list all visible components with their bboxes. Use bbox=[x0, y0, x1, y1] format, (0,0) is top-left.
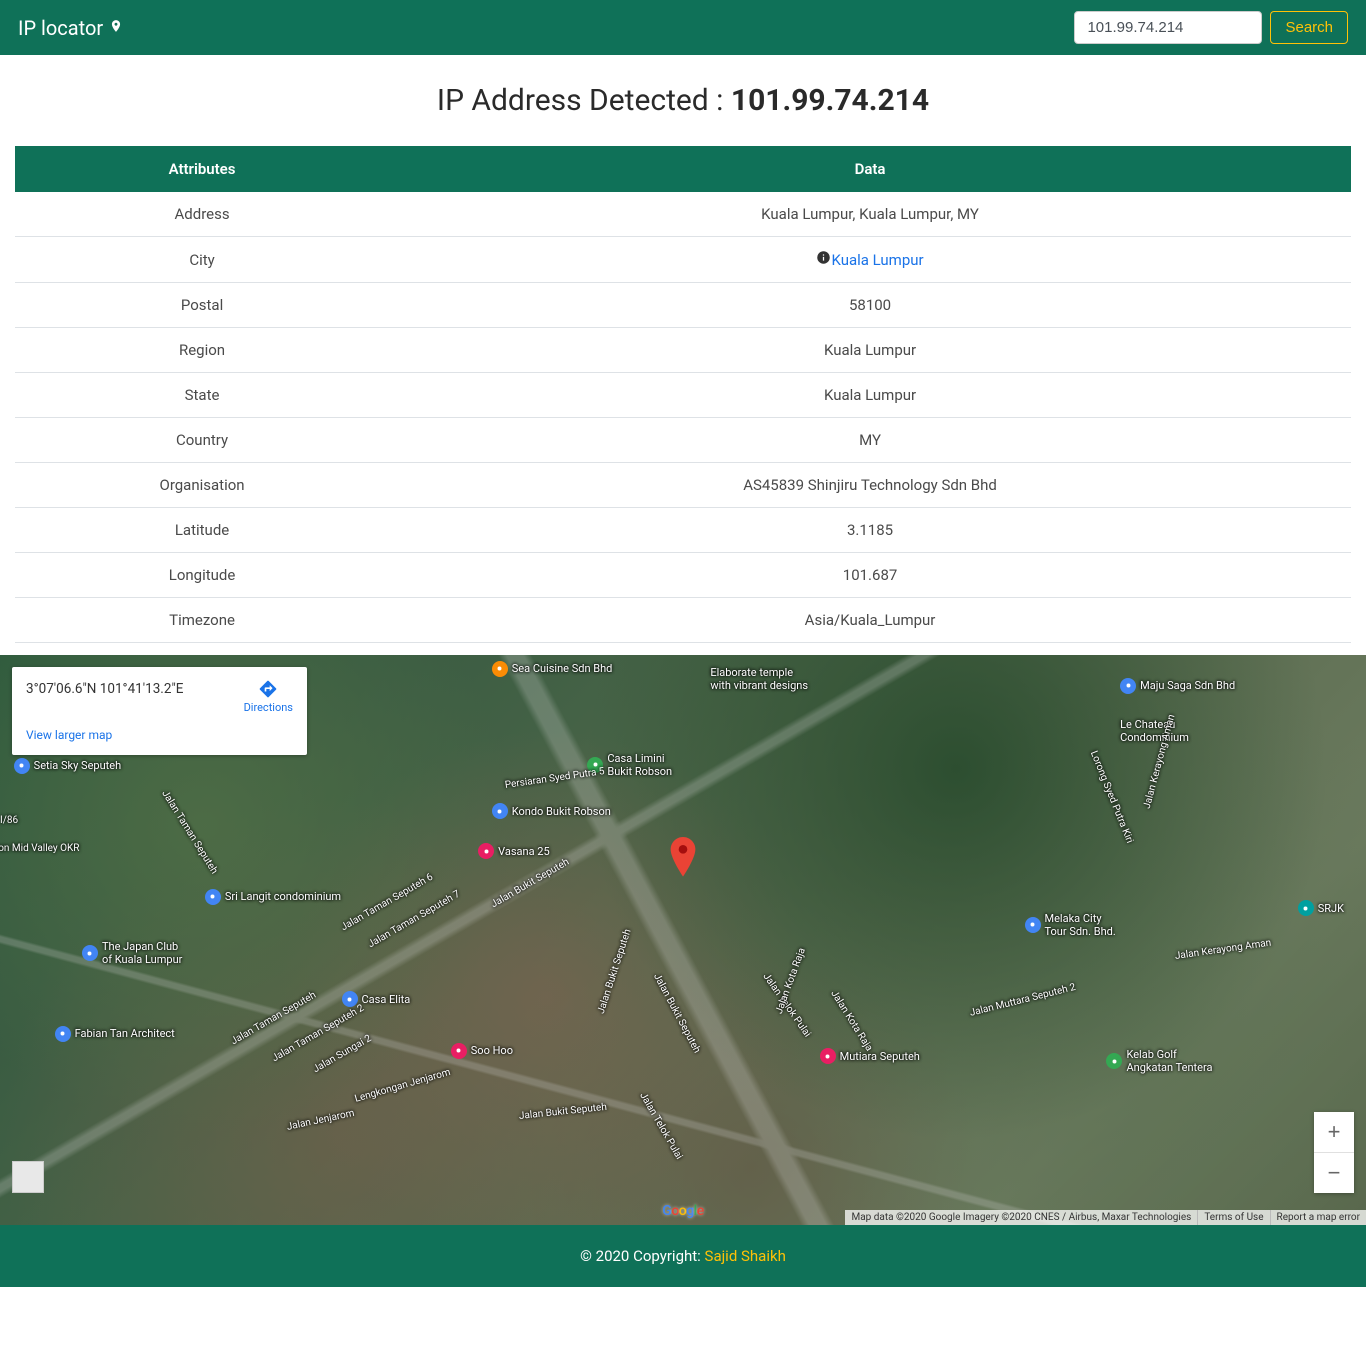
attr-cell: Latitude bbox=[15, 508, 389, 553]
author-link[interactable]: Sajid Shaikh bbox=[705, 1247, 786, 1265]
navbar: IP locator Search bbox=[0, 0, 1366, 55]
data-cell: 3.1185 bbox=[389, 508, 1351, 553]
table-row: Latitude3.1185 bbox=[15, 508, 1351, 553]
ip-data-table: Attributes Data AddressKuala Lumpur, Kua… bbox=[15, 146, 1351, 643]
data-cell: MY bbox=[389, 418, 1351, 463]
table-row: StateKuala Lumpur bbox=[15, 373, 1351, 418]
table-row: RegionKuala Lumpur bbox=[15, 328, 1351, 373]
directions-button[interactable]: Directions bbox=[244, 679, 293, 714]
title-ip: 101.99.74.214 bbox=[731, 83, 929, 118]
map-attribution: Map data ©2020 Google Imagery ©2020 CNES… bbox=[845, 1210, 1366, 1225]
table-row: Postal58100 bbox=[15, 283, 1351, 328]
data-cell: 101.687 bbox=[389, 553, 1351, 598]
title-prefix: IP Address Detected : bbox=[437, 83, 731, 118]
data-cell: Asia/Kuala_Lumpur bbox=[389, 598, 1351, 643]
zoom-in-button[interactable]: + bbox=[1314, 1112, 1354, 1152]
data-cell: Kuala Lumpur, Kuala Lumpur, MY bbox=[389, 192, 1351, 237]
data-cell: 58100 bbox=[389, 283, 1351, 328]
search-button[interactable]: Search bbox=[1270, 11, 1348, 44]
attr-cell: Country bbox=[15, 418, 389, 463]
ip-input[interactable] bbox=[1074, 11, 1262, 44]
data-cell: Kuala Lumpur bbox=[389, 328, 1351, 373]
view-larger-link[interactable]: View larger map bbox=[26, 728, 112, 742]
data-cell: Kuala Lumpur bbox=[389, 237, 1351, 283]
map-toggle-button[interactable] bbox=[12, 1161, 44, 1193]
attr-cell: Address bbox=[15, 192, 389, 237]
table-row: OrganisationAS45839 Shinjiru Technology … bbox=[15, 463, 1351, 508]
google-logo: Google bbox=[662, 1203, 703, 1219]
navbar-right: Search bbox=[1074, 11, 1348, 44]
directions-label: Directions bbox=[244, 701, 293, 714]
copyright-text: © 2020 Copyright: bbox=[580, 1247, 704, 1265]
table-row: Longitude101.687 bbox=[15, 553, 1351, 598]
th-attributes: Attributes bbox=[15, 146, 389, 192]
location-pin-icon bbox=[109, 16, 123, 40]
data-cell: Kuala Lumpur bbox=[389, 373, 1351, 418]
map[interactable]: Sea Cuisine Sdn BhdElaborate temple with… bbox=[0, 655, 1366, 1225]
th-data: Data bbox=[389, 146, 1351, 192]
page-title: IP Address Detected : 101.99.74.214 bbox=[0, 55, 1366, 146]
city-link[interactable]: Kuala Lumpur bbox=[831, 251, 923, 269]
map-info-card: 3°07'06.6"N 101°41'13.2"E Directions Vie… bbox=[12, 667, 307, 755]
coords-text: 3°07'06.6"N 101°41'13.2"E bbox=[26, 679, 183, 697]
attrib-terms[interactable]: Terms of Use bbox=[1197, 1210, 1269, 1225]
directions-icon bbox=[258, 679, 278, 699]
attrib-report[interactable]: Report a map error bbox=[1270, 1210, 1366, 1225]
brand[interactable]: IP locator bbox=[18, 16, 123, 40]
data-cell: AS45839 Shinjiru Technology Sdn Bhd bbox=[389, 463, 1351, 508]
map-marker-icon bbox=[668, 837, 698, 883]
attr-cell: Postal bbox=[15, 283, 389, 328]
attrib-data: Map data ©2020 Google Imagery ©2020 CNES… bbox=[845, 1210, 1197, 1225]
zoom-out-button[interactable]: − bbox=[1314, 1153, 1354, 1193]
attr-cell: Longitude bbox=[15, 553, 389, 598]
table-row: AddressKuala Lumpur, Kuala Lumpur, MY bbox=[15, 192, 1351, 237]
attr-cell: Timezone bbox=[15, 598, 389, 643]
footer: © 2020 Copyright: Sajid Shaikh bbox=[0, 1225, 1366, 1287]
attr-cell: Region bbox=[15, 328, 389, 373]
brand-text: IP locator bbox=[18, 16, 103, 40]
table-row: City Kuala Lumpur bbox=[15, 237, 1351, 283]
table-row: TimezoneAsia/Kuala_Lumpur bbox=[15, 598, 1351, 643]
attr-cell: Organisation bbox=[15, 463, 389, 508]
attr-cell: City bbox=[15, 237, 389, 283]
attr-cell: State bbox=[15, 373, 389, 418]
zoom-controls: + − bbox=[1314, 1112, 1354, 1193]
table-row: CountryMY bbox=[15, 418, 1351, 463]
info-icon bbox=[816, 250, 831, 269]
